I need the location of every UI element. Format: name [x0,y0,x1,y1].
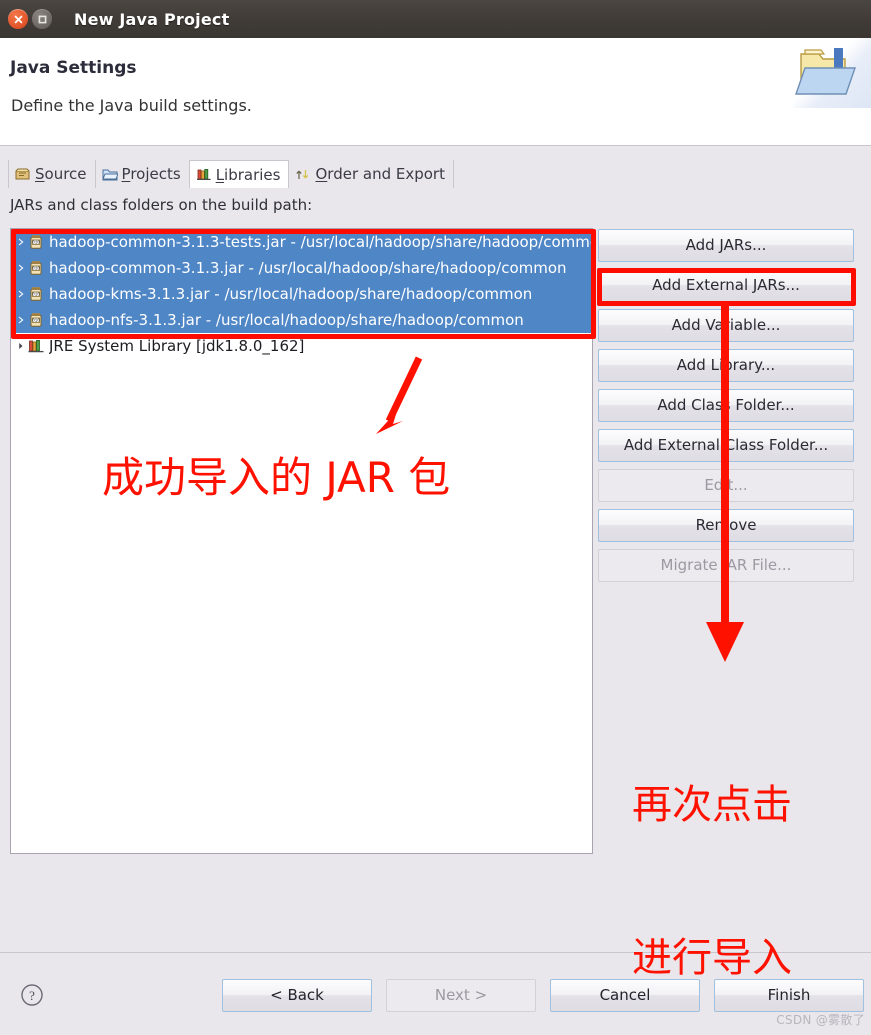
tab-projects-label: Projects [121,165,181,183]
tab-source[interactable]: Source [8,160,96,188]
add-class-folder-button[interactable]: Add Class Folder... [598,389,854,422]
tree-twisty [15,316,27,324]
dialog-header: Java Settings Define the Java build sett… [0,38,871,146]
back-button[interactable]: < Back [222,979,372,1012]
books-icon [196,169,211,180]
tab-order-and-export-label: Order and Export [315,165,445,183]
table-row[interactable]: 010 hadoop-kms-3.1.3.jar - /usr/local/ha… [11,281,592,307]
watermark: CSDN @雾散了 [776,1013,865,1027]
jar-icon: 010 [30,313,42,327]
add-jars-button[interactable]: Add JARs... [598,229,854,262]
svg-text:?: ? [29,988,35,1003]
finish-button[interactable]: Finish [714,979,864,1012]
migrate-jar-file-button: Migrate JAR File... [598,549,854,582]
jar-icon: 010 [30,235,42,249]
wizard-footer-buttons: < Back Next > Cancel Finish [222,979,864,1012]
remove-button[interactable]: Remove [598,509,854,542]
build-path-tree[interactable]: 010 hadoop-common-3.1.3-tests.jar - /usr… [10,228,593,854]
tab-source-label: Source [35,165,87,183]
library-actions-panel: Add JARs... Add External JARs... Add Var… [598,229,854,589]
table-row-label: hadoop-common-3.1.3-tests.jar - /usr/loc… [49,233,592,251]
table-row-label: hadoop-kms-3.1.3.jar - /usr/local/hadoop… [49,285,533,303]
window-titlebar: New Java Project [0,0,871,38]
table-row[interactable]: 010 hadoop-common-3.1.3.jar - /usr/local… [11,255,592,281]
tree-twisty [15,290,27,298]
dialog-new-java-project: New Java Project Java Settings Define th… [0,0,871,1035]
tab-bar: Source Projects Libraries Order and Expo… [8,160,454,188]
page-title: Java Settings [10,58,137,78]
tree-expand-arrow-icon[interactable] [15,342,27,350]
page-subtitle: Define the Java build settings. [11,96,252,115]
svg-text:010: 010 [32,242,40,246]
svg-text:010: 010 [32,320,40,324]
import-folder-icon [793,38,871,108]
cancel-button[interactable]: Cancel [550,979,700,1012]
help-icon[interactable]: ? [20,983,44,1007]
add-variable-button[interactable]: Add Variable... [598,309,854,342]
add-external-class-folder-button[interactable]: Add External Class Folder... [598,429,854,462]
annotation-click-note-line1: 再次点击 [632,782,792,828]
tab-libraries-label: Libraries [215,165,281,184]
tree-twisty [15,238,27,246]
close-icon[interactable] [8,9,28,29]
jar-icon: 010 [30,261,42,275]
svg-text:010: 010 [32,294,40,298]
add-external-jars-button[interactable]: Add External JARs... [598,269,854,302]
window-title: New Java Project [74,9,230,29]
tab-order-and-export[interactable]: Order and Export [288,160,454,188]
maximize-icon[interactable] [32,9,52,29]
folder-icon [101,169,118,180]
edit-button: Edit... [598,469,854,502]
svg-text:010: 010 [32,268,40,272]
tab-projects[interactable]: Projects [94,160,190,188]
annotation-click-note-line2: 进行导入 [632,935,792,981]
jar-icon: 010 [30,287,42,301]
footer-divider [0,952,871,953]
table-row-label: JRE System Library [jdk1.8.0_162] [49,337,305,355]
table-row[interactable]: JRE System Library [jdk1.8.0_162] [11,333,592,359]
tab-libraries[interactable]: Libraries [188,160,290,188]
package-icon [15,168,30,179]
next-button: Next > [386,979,536,1012]
add-library-button[interactable]: Add Library... [598,349,854,382]
table-row-label: hadoop-nfs-3.1.3.jar - /usr/local/hadoop… [49,311,524,329]
library-icon [28,340,44,353]
list-caption: JARs and class folders on the build path… [10,196,313,214]
order-arrows-icon [296,169,309,179]
table-row[interactable]: 010 hadoop-common-3.1.3-tests.jar - /usr… [11,229,592,255]
table-row[interactable]: 010 hadoop-nfs-3.1.3.jar - /usr/local/ha… [11,307,592,333]
table-row-label: hadoop-common-3.1.3.jar - /usr/local/had… [49,259,567,277]
tree-twisty [15,264,27,272]
